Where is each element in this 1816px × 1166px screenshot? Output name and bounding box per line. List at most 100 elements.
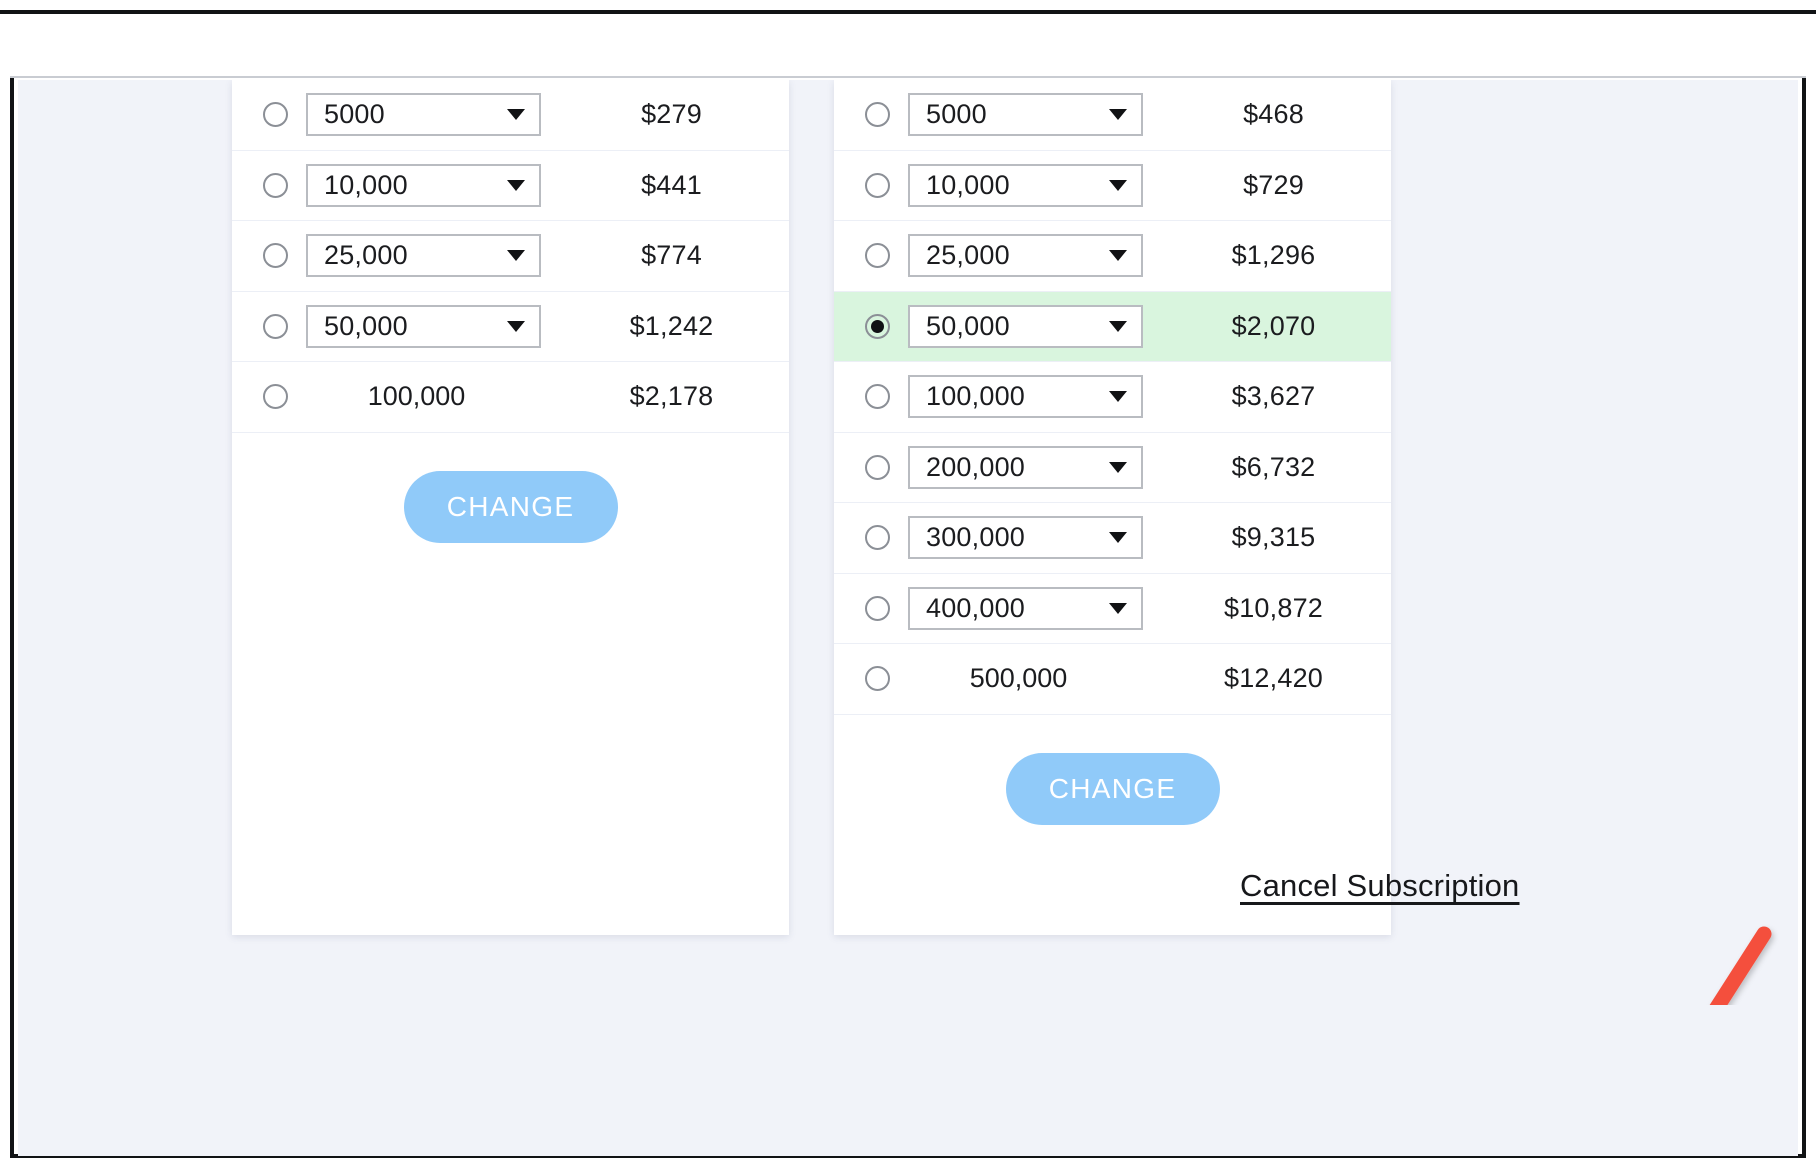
chevron-down-icon[interactable]: [1109, 532, 1127, 543]
plan-row[interactable]: 50,000$1,242: [232, 292, 789, 363]
quantity-select-value: 25,000: [324, 240, 408, 271]
plan-row[interactable]: 200,000 $6,732: [834, 433, 1391, 504]
cancel-subscription-link[interactable]: Cancel Subscription: [1240, 868, 1520, 904]
chevron-down-icon[interactable]: [507, 321, 525, 332]
plan-radio-cell[interactable]: [244, 314, 306, 339]
plan-row[interactable]: 100,000$3,627: [834, 362, 1391, 433]
app-chrome-bar: [10, 14, 1806, 78]
plan-radio-cell[interactable]: [846, 384, 908, 409]
plan-quantity-cell: 100,000: [306, 381, 568, 412]
quantity-select[interactable]: 200,000: [908, 446, 1143, 489]
plan-radio-cell[interactable]: [244, 102, 306, 127]
radio-unselected-icon[interactable]: [263, 314, 288, 339]
plan-row[interactable]: 5000 $279: [232, 80, 789, 151]
plan-radio-cell[interactable]: [846, 314, 908, 339]
chevron-down-icon[interactable]: [1109, 321, 1127, 332]
quantity-select[interactable]: 50,000: [908, 305, 1143, 348]
radio-unselected-icon[interactable]: [263, 173, 288, 198]
plan-quantity-cell[interactable]: 50,000: [306, 305, 568, 348]
plan-row[interactable]: 10,000 $441: [232, 151, 789, 222]
plan-price: $774: [568, 240, 789, 271]
plan-quantity-cell[interactable]: 10,000: [908, 164, 1170, 207]
radio-unselected-icon[interactable]: [865, 102, 890, 127]
chevron-down-icon[interactable]: [1109, 109, 1127, 120]
plan-quantity-cell[interactable]: 25,000: [306, 234, 568, 277]
chevron-down-icon[interactable]: [1109, 250, 1127, 261]
radio-unselected-icon[interactable]: [865, 525, 890, 550]
plan-row[interactable]: 5000$468: [834, 80, 1391, 151]
chevron-down-icon[interactable]: [507, 250, 525, 261]
plan-row[interactable]: 500,000$12,420: [834, 644, 1391, 715]
change-plan-button-right[interactable]: CHANGE: [1006, 753, 1220, 825]
chevron-down-icon[interactable]: [507, 180, 525, 191]
quantity-select-value: 50,000: [926, 311, 1010, 342]
radio-unselected-icon[interactable]: [865, 173, 890, 198]
plan-price: $6,732: [1170, 452, 1391, 483]
window-left-border: [10, 10, 14, 1156]
quantity-select[interactable]: 300,000: [908, 516, 1143, 559]
plan-quantity-cell[interactable]: 5000: [306, 93, 568, 136]
chevron-down-icon[interactable]: [1109, 603, 1127, 614]
plan-radio-cell[interactable]: [846, 666, 908, 691]
radio-unselected-icon[interactable]: [865, 455, 890, 480]
window-right-border: [1802, 10, 1806, 1156]
plan-row[interactable]: 25,000 $774: [232, 221, 789, 292]
radio-unselected-icon[interactable]: [263, 384, 288, 409]
radio-unselected-icon[interactable]: [865, 384, 890, 409]
plan-price: $9,315: [1170, 522, 1391, 553]
plan-radio-cell[interactable]: [846, 243, 908, 268]
quantity-select-value: 300,000: [926, 522, 1025, 553]
plan-radio-cell[interactable]: [846, 173, 908, 198]
quantity-select[interactable]: 25,000: [306, 234, 541, 277]
plan-quantity-cell[interactable]: 25,000: [908, 234, 1170, 277]
radio-selected-icon[interactable]: [865, 314, 890, 339]
plan-price: $279: [568, 99, 789, 130]
chevron-down-icon[interactable]: [507, 109, 525, 120]
plan-quantity-cell[interactable]: 10,000: [306, 164, 568, 207]
plan-rows-left: 5000 $279 10,000 $441 25,000 $774 50,000$1,242…: [232, 80, 789, 433]
plan-row[interactable]: 50,000 $2,070: [834, 292, 1391, 363]
plan-quantity-cell[interactable]: 100,000: [908, 375, 1170, 418]
quantity-select[interactable]: 5000: [306, 93, 541, 136]
plan-radio-cell[interactable]: [846, 455, 908, 480]
chevron-down-icon[interactable]: [1109, 462, 1127, 473]
plan-row[interactable]: 10,000$729: [834, 151, 1391, 222]
plan-radio-cell[interactable]: [846, 102, 908, 127]
chevron-down-icon[interactable]: [1109, 180, 1127, 191]
plan-row[interactable]: 100,000$2,178: [232, 362, 789, 433]
chevron-down-icon[interactable]: [1109, 391, 1127, 402]
radio-unselected-icon[interactable]: [263, 243, 288, 268]
plan-card-left-footer: CHANGE: [232, 433, 789, 543]
quantity-select[interactable]: 10,000: [908, 164, 1143, 207]
radio-unselected-icon[interactable]: [865, 666, 890, 691]
plan-price: $10,872: [1170, 593, 1391, 624]
plan-quantity-cell[interactable]: 50,000: [908, 305, 1170, 348]
plan-row[interactable]: 400,000 $10,872: [834, 574, 1391, 645]
plan-row[interactable]: 25,000$1,296: [834, 221, 1391, 292]
radio-unselected-icon[interactable]: [263, 102, 288, 127]
plan-radio-cell[interactable]: [244, 243, 306, 268]
plan-radio-cell[interactable]: [846, 525, 908, 550]
plan-quantity-cell: 500,000: [908, 663, 1170, 694]
quantity-select-value: 10,000: [926, 170, 1010, 201]
plan-quantity-cell[interactable]: 400,000: [908, 587, 1170, 630]
plan-radio-cell[interactable]: [244, 384, 306, 409]
plan-card-right: 5000$46810,000$72925,000$1,296 50,000 $2,0…: [834, 80, 1391, 935]
plan-radio-cell[interactable]: [244, 173, 306, 198]
quantity-select[interactable]: 5000: [908, 93, 1143, 136]
plan-quantity-cell[interactable]: 300,000: [908, 516, 1170, 559]
plan-row[interactable]: 300,000 $9,315: [834, 503, 1391, 574]
plan-price: $441: [568, 170, 789, 201]
quantity-select[interactable]: 50,000: [306, 305, 541, 348]
quantity-select[interactable]: 100,000: [908, 375, 1143, 418]
plan-price: $2,070: [1170, 311, 1391, 342]
quantity-select[interactable]: 10,000: [306, 164, 541, 207]
plan-quantity-cell[interactable]: 200,000: [908, 446, 1170, 489]
plan-radio-cell[interactable]: [846, 596, 908, 621]
radio-unselected-icon[interactable]: [865, 596, 890, 621]
quantity-select[interactable]: 400,000: [908, 587, 1143, 630]
quantity-select[interactable]: 25,000: [908, 234, 1143, 277]
plan-quantity-cell[interactable]: 5000: [908, 93, 1170, 136]
change-plan-button-left[interactable]: CHANGE: [404, 471, 618, 543]
radio-unselected-icon[interactable]: [865, 243, 890, 268]
